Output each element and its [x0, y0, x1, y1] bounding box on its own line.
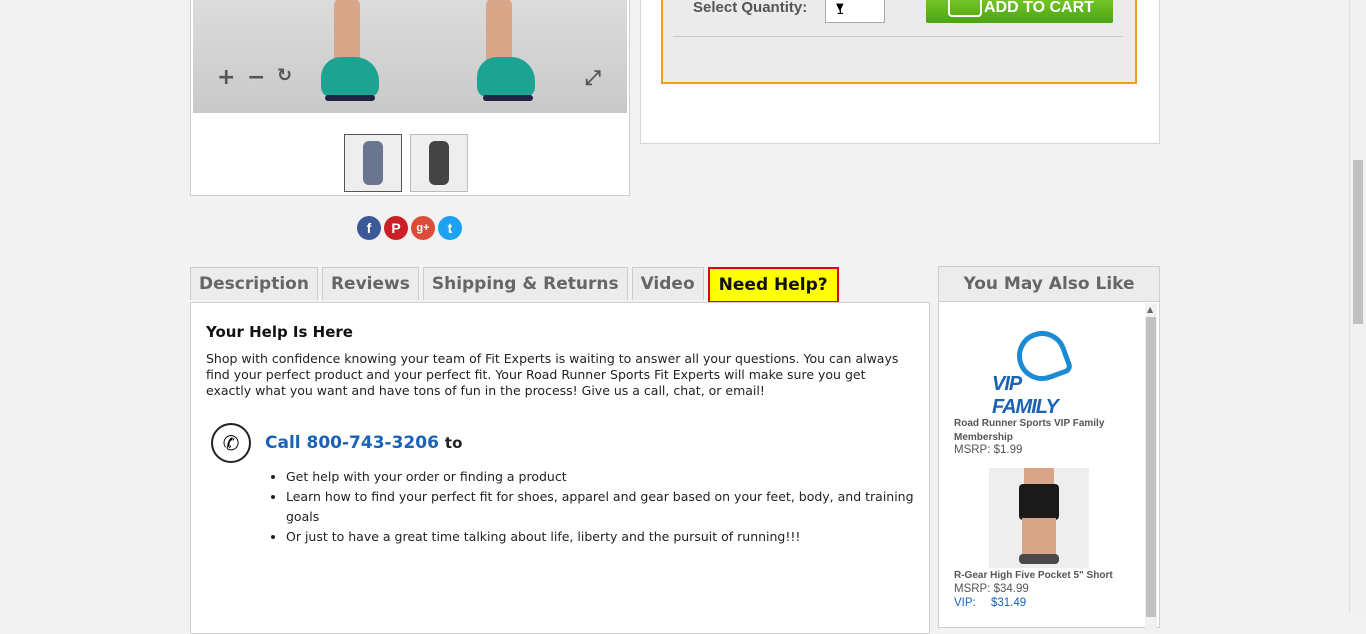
- list-item: Learn how to find your perfect fit for s…: [286, 487, 926, 527]
- help-content-panel: Your Help Is Here Shop with confidence k…: [190, 302, 930, 634]
- facebook-icon[interactable]: f: [357, 216, 381, 240]
- price-msrp-short: MSRP: $34.99: [954, 583, 1029, 595]
- sole-right: [483, 95, 533, 101]
- vip-family-logo[interactable]: VIP FAMILY: [989, 323, 1089, 418]
- price-vip-short: VIP: $31.49: [954, 597, 1026, 609]
- call-suffix: to: [444, 434, 463, 452]
- purchase-box: Select Quantity: 1 ▼ ADD TO CART: [640, 0, 1160, 144]
- msrp-label: MSRP:: [954, 444, 991, 456]
- thumbnail-2[interactable]: [410, 134, 468, 192]
- product-tabs: Description Reviews Shipping & Returns V…: [190, 267, 839, 303]
- cart-icon: [948, 0, 982, 17]
- divider: [673, 36, 1123, 37]
- list-item: Get help with your order or finding a pr…: [286, 467, 926, 487]
- pinterest-icon[interactable]: P: [384, 216, 408, 240]
- product-image-panel: + − ↻ ⤢: [190, 0, 630, 196]
- page-scrollbar[interactable]: [1349, 0, 1366, 613]
- twitter-icon[interactable]: t: [438, 216, 462, 240]
- dropdown-arrow-icon: ▼: [836, 2, 844, 13]
- msrp-value: $34.99: [993, 583, 1029, 595]
- tab-shipping-returns[interactable]: Shipping & Returns: [422, 267, 628, 300]
- quantity-select[interactable]: 1 ▼: [825, 0, 885, 23]
- quantity-label: Select Quantity:: [693, 0, 808, 16]
- add-to-cart-label: ADD TO CART: [984, 0, 1094, 16]
- sidebar-scrollbar[interactable]: ▲: [1145, 303, 1157, 633]
- list-item: Or just to have a great time talking abo…: [286, 527, 926, 547]
- social-share-bar: f P g+ t: [357, 216, 462, 240]
- zoom-out-icon[interactable]: −: [247, 65, 265, 90]
- phone-icon: ✆: [211, 423, 251, 463]
- thumbnail-strip: [344, 134, 468, 192]
- page-scroll-thumb[interactable]: [1353, 160, 1363, 324]
- msrp-label: MSRP:: [954, 583, 991, 595]
- product-name-vip[interactable]: Road Runner Sports VIP Family Membership: [954, 417, 1134, 445]
- vip-label: VIP:: [954, 597, 976, 609]
- sole-left: [325, 95, 375, 101]
- vip-logo-text: VIP FAMILY: [992, 373, 1059, 418]
- price-msrp-vip: MSRP: $1.99: [954, 444, 1022, 456]
- tab-video[interactable]: Video: [631, 267, 704, 300]
- reset-zoom-icon[interactable]: ↻: [277, 65, 292, 86]
- help-bullet-list: Get help with your order or finding a pr…: [241, 467, 926, 547]
- call-row: ✆ Call 800-743-3206 to: [211, 423, 462, 463]
- product-name-short[interactable]: R-Gear High Five Pocket 5" Short: [954, 569, 1134, 583]
- call-link[interactable]: Call 800-743-3206: [265, 433, 439, 453]
- shoe-right: [477, 57, 535, 97]
- tab-description[interactable]: Description: [190, 267, 318, 300]
- googleplus-icon[interactable]: g+: [411, 216, 435, 240]
- scroll-up-icon[interactable]: ▲: [1147, 305, 1153, 314]
- purchase-highlight: Select Quantity: 1 ▼ ADD TO CART: [661, 0, 1137, 84]
- help-title: Your Help Is Here: [206, 323, 353, 341]
- fullscreen-icon[interactable]: ⤢: [585, 65, 601, 89]
- also-like-sidebar: You May Also Like ▲ VIP FAMILY Road Runn…: [938, 266, 1160, 633]
- zoom-in-icon[interactable]: +: [217, 65, 235, 90]
- sidebar-title: You May Also Like: [939, 267, 1159, 302]
- shoe-left: [321, 57, 379, 97]
- help-body: Shop with confidence knowing your team o…: [206, 351, 899, 398]
- tab-reviews[interactable]: Reviews: [321, 267, 419, 300]
- vip-value: $31.49: [990, 597, 1027, 609]
- msrp-value: $1.99: [993, 444, 1023, 456]
- sidebar-scroll-thumb[interactable]: [1146, 317, 1156, 617]
- thumbnail-1[interactable]: [344, 134, 402, 192]
- tab-need-help[interactable]: Need Help?: [707, 267, 839, 303]
- product-main-photo[interactable]: + − ↻ ⤢: [193, 0, 627, 113]
- add-to-cart-button[interactable]: ADD TO CART: [926, 0, 1113, 23]
- product-image-short[interactable]: [989, 468, 1089, 568]
